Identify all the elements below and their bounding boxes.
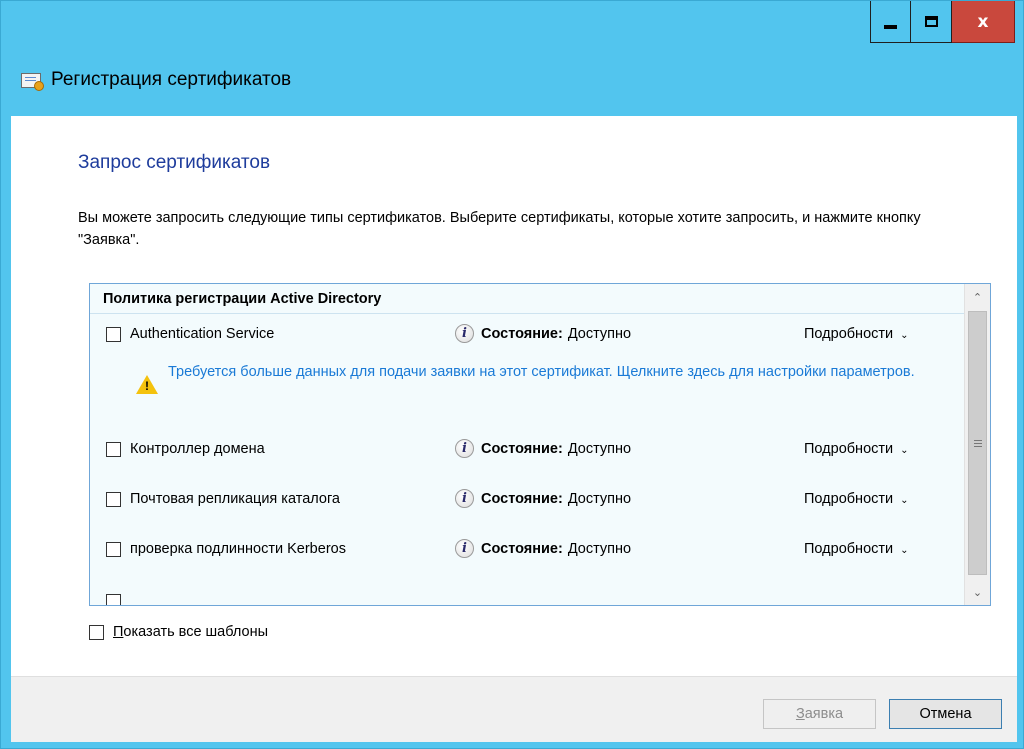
cancel-button[interactable]: Отмена <box>889 699 1002 729</box>
show-all-templates-option[interactable]: Показать все шаблоны <box>89 624 268 640</box>
certificate-enrollment-window: x Регистрация сертификатов Запрос сертиф… <box>0 0 1024 749</box>
certificate-name: Почтовая репликация каталога <box>130 491 340 507</box>
status-group: i Состояние: Доступно <box>455 539 631 558</box>
policy-header: Политика регистрации Active Directory <box>103 291 382 307</box>
certificate-checkbox[interactable] <box>106 442 121 457</box>
certificate-row-authentication-service: Authentication Service i Состояние: Дост… <box>90 324 964 348</box>
info-icon: i <box>455 489 474 508</box>
certificate-row-kerberos-authentication: проверка подлинности Kerberos i Состояни… <box>90 539 964 563</box>
vertical-scrollbar[interactable]: ⌃ ⌄ <box>964 284 990 605</box>
status-value: Доступно <box>567 540 632 557</box>
scroll-up-icon[interactable]: ⌃ <box>965 286 990 308</box>
maximize-button[interactable] <box>911 1 952 43</box>
minimize-icon <box>884 24 897 29</box>
show-all-templates-checkbox[interactable] <box>89 624 104 640</box>
details-toggle[interactable]: Подробности ⌄ <box>804 326 909 342</box>
status-group: i Состояние: Доступно <box>455 439 631 458</box>
page-description: Вы можете запросить следующие типы серти… <box>78 210 921 248</box>
partial-checkbox[interactable] <box>106 594 121 605</box>
certificate-name: проверка подлинности Kerberos <box>130 541 346 557</box>
details-toggle[interactable]: Подробности ⌄ <box>804 541 909 557</box>
details-label: Подробности <box>804 441 894 457</box>
details-toggle[interactable]: Подробности ⌄ <box>804 441 909 457</box>
window-title: Регистрация сертификатов <box>51 69 292 90</box>
button-label: аявка <box>804 706 844 722</box>
info-icon: i <box>455 439 474 458</box>
status-group: i Состояние: Доступно <box>455 324 631 343</box>
wizard-content: Запрос сертификатов Вы можете запросить … <box>11 116 1017 676</box>
scroll-thumb[interactable] <box>968 311 987 575</box>
certificate-icon <box>21 72 44 91</box>
certificate-name: Authentication Service <box>130 326 275 342</box>
status-label: Состояние: <box>481 540 563 557</box>
status-label: Состояние: <box>481 325 563 342</box>
details-label: Подробности <box>804 491 894 507</box>
info-icon: i <box>455 324 474 343</box>
certificate-row-directory-email-replication: Почтовая репликация каталога i Состояние… <box>90 489 964 513</box>
close-icon: x <box>977 11 989 32</box>
info-icon: i <box>455 539 474 558</box>
certificate-checkbox[interactable] <box>106 492 121 507</box>
details-label: Подробности <box>804 541 894 557</box>
certificate-checkbox[interactable] <box>106 327 121 342</box>
close-button[interactable]: x <box>952 1 1015 43</box>
enroll-button[interactable]: Заявка <box>763 699 876 729</box>
scroll-down-icon[interactable]: ⌄ <box>965 581 990 603</box>
status-label: Состояние: <box>481 490 563 507</box>
chevron-down-icon: ⌄ <box>900 329 909 341</box>
status-value: Доступно <box>567 440 632 457</box>
certificate-name: Контроллер домена <box>130 441 265 457</box>
page-title: Запрос сертификатов <box>78 152 271 173</box>
details-label: Подробности <box>804 326 894 342</box>
chevron-down-icon: ⌄ <box>900 494 909 506</box>
status-group: i Состояние: Доступно <box>455 489 631 508</box>
accelerator-key: З <box>795 706 805 722</box>
accelerator-key: П <box>113 624 124 640</box>
minimize-button[interactable] <box>870 1 911 43</box>
details-toggle[interactable]: Подробности ⌄ <box>804 491 909 507</box>
window-title-bar: Регистрация сертификатов <box>21 69 291 91</box>
status-value: Доступно <box>567 490 632 507</box>
status-label: Состояние: <box>481 440 563 457</box>
label-text: оказать все шаблоны <box>123 624 269 640</box>
warning-icon: ! <box>136 375 158 395</box>
window-caption-buttons: x <box>870 1 1015 43</box>
chevron-down-icon: ⌄ <box>900 444 909 456</box>
certificate-row-domain-controller: Контроллер домена i Состояние: Доступно … <box>90 439 964 463</box>
configure-settings-link[interactable]: Требуется больше данных для подачи заявк… <box>168 362 915 395</box>
maximize-icon <box>924 16 938 27</box>
show-all-templates-label: Показать все шаблоны <box>113 624 268 640</box>
status-value: Доступно <box>567 325 632 342</box>
wizard-footer: Заявка Отмена <box>11 676 1017 742</box>
chevron-down-icon: ⌄ <box>900 544 909 556</box>
header-divider <box>90 313 964 314</box>
grip-icon <box>973 442 982 444</box>
certificate-policy-list: Политика регистрации Active Directory Au… <box>89 283 991 606</box>
certificate-checkbox[interactable] <box>106 542 121 557</box>
warning-message: ! Требуется больше данных для подачи зая… <box>136 362 926 395</box>
